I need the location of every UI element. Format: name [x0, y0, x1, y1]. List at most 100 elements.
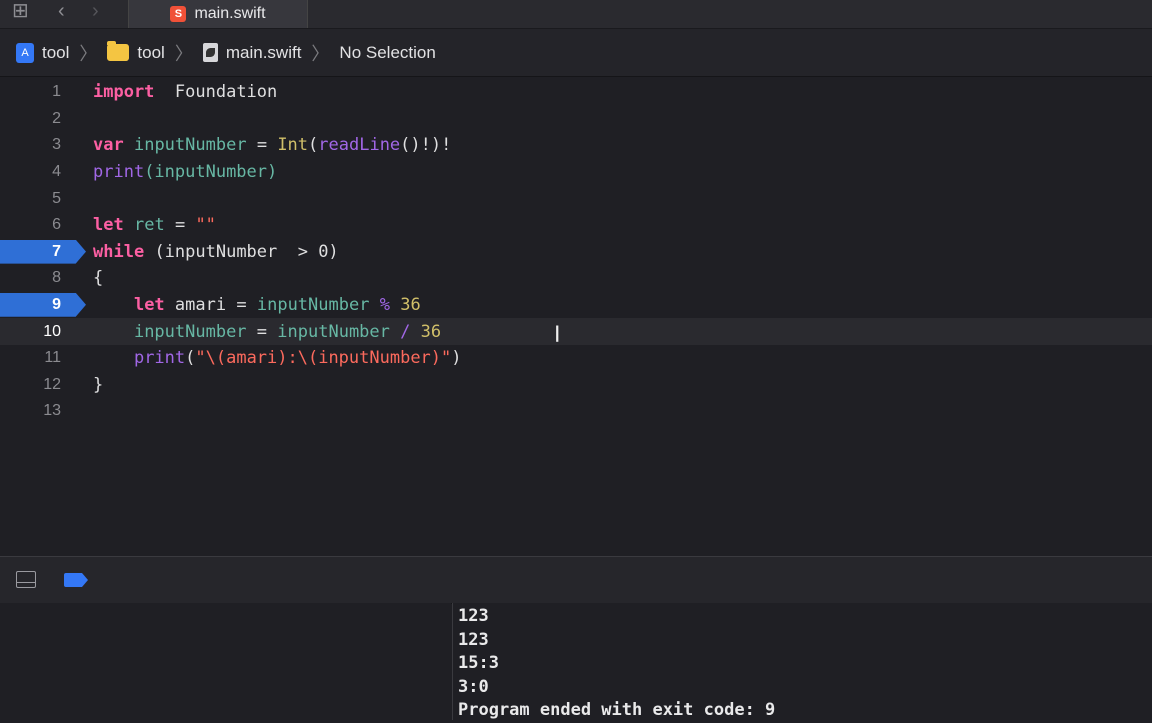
code-editor[interactable]: 1 import Foundation 2 3 var inputNumber … — [0, 77, 1152, 555]
brace: } — [93, 374, 104, 395]
identifier: inputNumber — [277, 321, 390, 342]
identifier: inputNumber — [256, 295, 370, 316]
variables-view[interactable] — [0, 603, 451, 720]
function: print — [133, 348, 186, 369]
code-line[interactable]: 1 import Foundation — [0, 79, 1152, 106]
code-line[interactable]: 13 — [0, 398, 1152, 425]
line-gutter[interactable]: 6 — [0, 212, 86, 239]
swift-file-icon — [202, 43, 218, 62]
breadcrumb-folder-label: tool — [137, 42, 165, 62]
breadcrumb-file-label: main.swift — [225, 42, 302, 62]
line-gutter[interactable]: 2 — [0, 106, 86, 133]
breadcrumb-project[interactable]: A tool — [16, 42, 70, 63]
code-line[interactable]: 12 } — [0, 372, 1152, 399]
line-number: 6 — [52, 216, 61, 234]
line-number: 9 — [52, 295, 61, 313]
hide-debug-area-icon[interactable] — [16, 571, 36, 588]
brace: { — [93, 268, 104, 289]
string-literal: "" — [195, 215, 216, 236]
condition: (inputNumber > 0) — [154, 241, 339, 262]
line-gutter[interactable]: 4 — [0, 159, 86, 186]
code-text[interactable]: print("\(amari):\(inputNumber)") — [93, 348, 462, 368]
operator: = — [256, 135, 268, 156]
breakpoint-marker[interactable]: 9 — [0, 292, 86, 317]
line-number: 8 — [52, 269, 61, 287]
swift-file-icon: S — [170, 6, 187, 22]
line-gutter[interactable]: 8 — [0, 265, 86, 292]
code-text[interactable]: var inputNumber = Int(readLine()!)! — [93, 135, 451, 155]
code-text[interactable]: let amari = inputNumber % 36 — [93, 295, 421, 315]
code-line[interactable]: 5 — [0, 185, 1152, 212]
code-line[interactable]: 11 print("\(amari):\(inputNumber)") — [0, 345, 1152, 372]
identifier: inputNumber — [133, 321, 247, 342]
console-line: 123 — [458, 629, 489, 650]
breakpoint-marker[interactable]: 7 — [0, 239, 86, 264]
back-icon[interactable]: ‹ — [58, 0, 65, 22]
type: Int — [277, 135, 309, 156]
code-line[interactable]: 2 — [0, 106, 1152, 133]
code-line[interactable]: 9 let amari = inputNumber % 36 — [0, 292, 1152, 319]
breadcrumb-separator-icon: 〉 — [174, 43, 193, 64]
code-line-current[interactable]: 10 inputNumber = inputNumber / 36 — [0, 318, 1152, 345]
breadcrumb-project-label: tool — [42, 42, 70, 62]
code-line[interactable]: 3 var inputNumber = Int(readLine()!)! — [0, 132, 1152, 159]
tab-bar: ⊞ ‹ › S main.swift — [0, 0, 1152, 29]
line-gutter[interactable]: 12 — [0, 372, 86, 399]
xcode-project-icon: A — [16, 42, 34, 63]
number-literal: 36 — [400, 295, 421, 316]
code-text[interactable]: print(inputNumber) — [93, 162, 277, 182]
operator: = — [174, 215, 186, 236]
code-line[interactable]: 8 { — [0, 265, 1152, 292]
line-gutter[interactable]: 5 — [0, 185, 86, 212]
code-text[interactable]: import Foundation — [93, 82, 277, 102]
line-gutter[interactable]: 9 — [0, 292, 86, 319]
line-number: 3 — [52, 136, 61, 154]
code-text[interactable]: inputNumber = inputNumber / 36 — [93, 322, 441, 342]
line-number: 11 — [44, 349, 61, 367]
line-gutter[interactable]: 10 — [0, 318, 86, 345]
console-line: 15:3 — [458, 653, 499, 674]
keyword: let — [93, 215, 124, 236]
breadcrumb: A tool 〉 tool 〉 main.swift 〉 No Selectio… — [0, 29, 1152, 77]
punctuation: ( — [308, 135, 319, 156]
keyword: import — [93, 82, 155, 103]
breakpoints-toggle-icon[interactable] — [64, 573, 88, 587]
keyword: var — [93, 135, 124, 156]
code-line[interactable]: 6 let ret = "" — [0, 212, 1152, 239]
console-output[interactable]: 123 123 15:3 3:0 Program ended with exit… — [452, 603, 1152, 720]
grid-icon[interactable]: ⊞ — [12, 0, 29, 22]
identifier: inputNumber — [133, 135, 247, 156]
function: readLine — [318, 135, 401, 156]
code-text[interactable]: let ret = "" — [93, 215, 216, 235]
operator: % — [379, 295, 390, 316]
punctuation: ()!)! — [400, 135, 452, 156]
line-number: 2 — [52, 109, 61, 127]
identifier: Foundation — [174, 82, 278, 103]
line-gutter[interactable]: 1 — [0, 79, 86, 106]
breadcrumb-separator-icon: 〉 — [311, 43, 330, 64]
line-gutter[interactable]: 11 — [0, 345, 86, 372]
code-text[interactable]: while (inputNumber > 0) — [93, 242, 339, 262]
line-number: 1 — [52, 83, 61, 101]
breadcrumb-selection[interactable]: No Selection — [339, 43, 435, 63]
line-number: 5 — [52, 189, 61, 207]
forward-icon[interactable]: › — [92, 0, 99, 22]
code-text[interactable]: { — [93, 268, 103, 288]
breadcrumb-file[interactable]: main.swift — [202, 42, 302, 63]
string-literal: "\(amari):\(inputNumber)" — [195, 348, 452, 369]
line-gutter[interactable]: 3 — [0, 132, 86, 159]
line-number: 4 — [52, 163, 61, 181]
code-line[interactable]: 7 while (inputNumber > 0) — [0, 239, 1152, 266]
breadcrumb-folder[interactable]: tool — [107, 41, 165, 63]
line-gutter[interactable]: 7 — [0, 239, 86, 266]
line-gutter[interactable]: 13 — [0, 398, 86, 425]
code-text[interactable]: } — [93, 375, 103, 395]
number-literal: 36 — [420, 321, 442, 342]
console-line: Program ended with exit code: 9 — [458, 700, 776, 721]
tab-main-swift[interactable]: S main.swift — [128, 0, 308, 28]
code-line[interactable]: 4 print(inputNumber) — [0, 159, 1152, 186]
debug-bar — [0, 556, 1152, 604]
identifier: ret — [133, 215, 165, 236]
identifier: (inputNumber) — [144, 162, 278, 183]
operator: = — [236, 295, 247, 316]
